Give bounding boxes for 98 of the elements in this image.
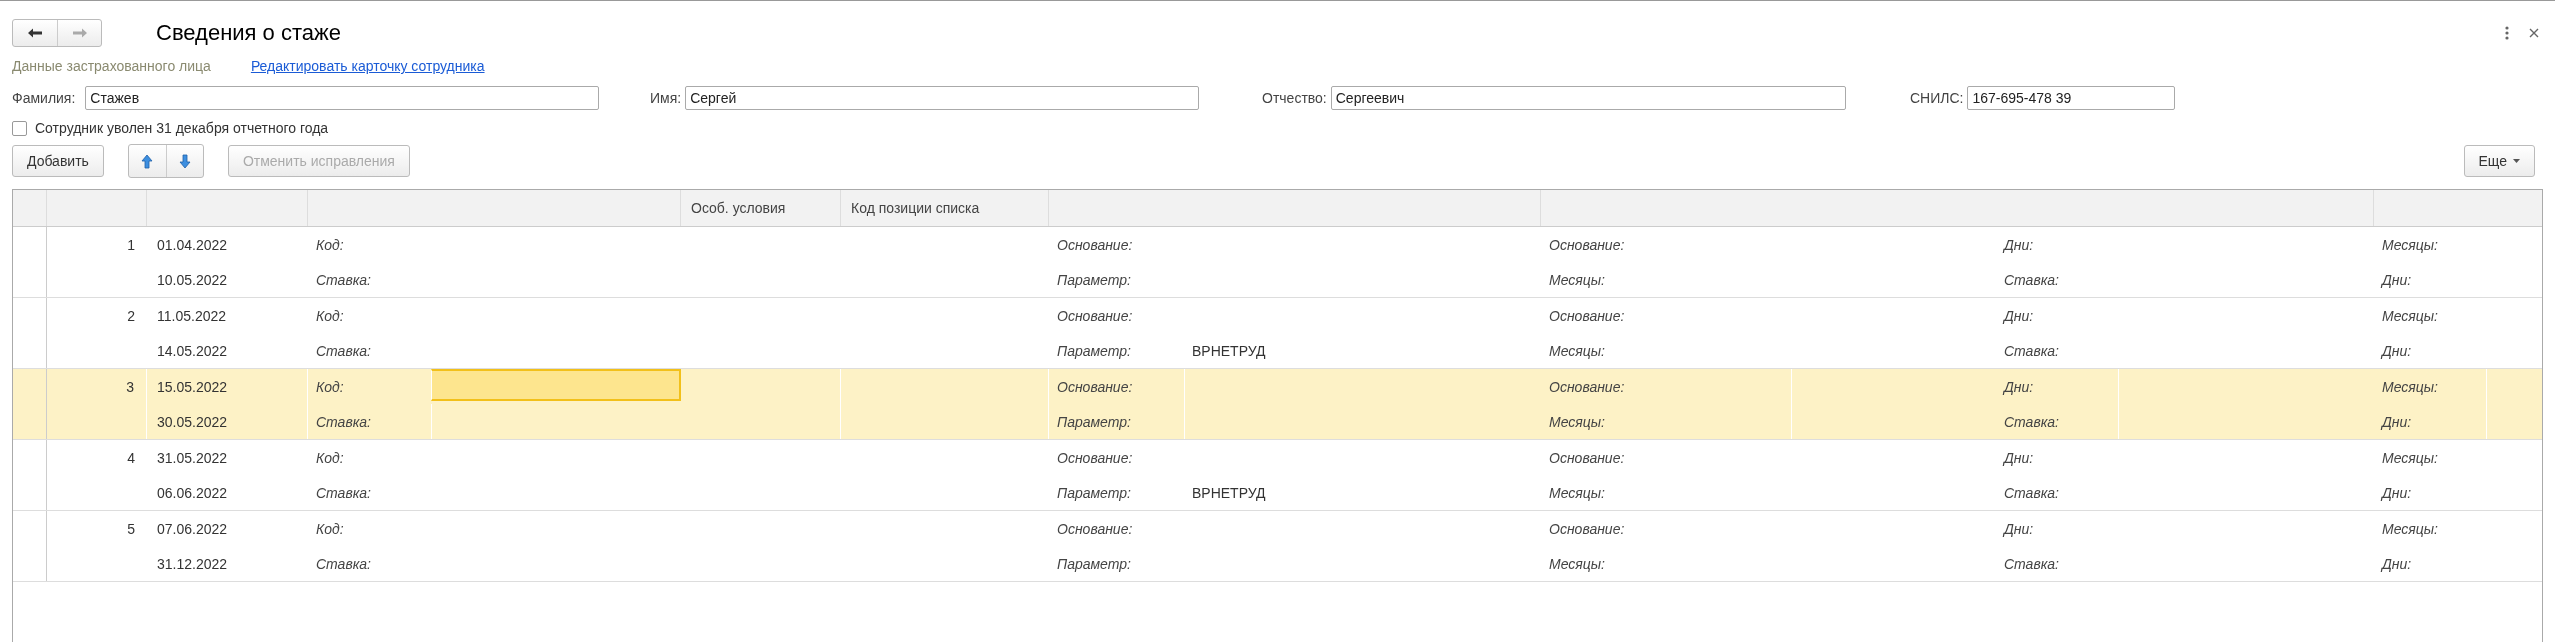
field-label: Основание:	[1056, 378, 1134, 395]
left-arrow-icon	[26, 27, 44, 39]
edit-employee-link[interactable]: Редактировать карточку сотрудника	[250, 58, 485, 74]
field-label: Ставка:	[2003, 342, 2060, 359]
field-label: Дни:	[2001, 236, 2035, 253]
field-label: Дни:	[2001, 520, 2035, 537]
field-label: Основание:	[1548, 378, 1626, 395]
row-number: 3	[47, 369, 147, 404]
field-label: Ставка:	[315, 342, 372, 359]
field-label: Дни:	[2379, 342, 2413, 359]
field-label: Дни:	[2379, 271, 2413, 288]
table-row[interactable]: 4 31.05.2022 Код: Основание: Основание: Дни: Месяцы: 06.06.2022 Ставка: Параметр: ВРНЕТРУД Месяцы: Ставка: Дни:	[13, 440, 2542, 511]
field-label: Основание:	[1548, 520, 1626, 537]
checkbox-label: Сотрудник уволен 31 декабря отчетного года	[35, 120, 329, 136]
table-row[interactable]: 5 07.06.2022 Код: Основание: Основание: Дни: Месяцы: 31.12.2022 Ставка: Параметр: Месяцы: Ставка: Дни:	[13, 511, 2542, 582]
text-field[interactable]: Стажев	[85, 86, 600, 110]
field-label: Ставка:	[2003, 271, 2060, 288]
field-label: Основание:	[1056, 520, 1134, 537]
start-date: 07.06.2022	[156, 519, 229, 539]
field-label: Месяцы:	[2381, 307, 2439, 324]
start-date: 31.05.2022	[156, 448, 229, 468]
field-label: Месяцы:	[2381, 378, 2439, 395]
start-date: 01.04.2022	[156, 235, 229, 255]
field-label: Фамилия:	[12, 90, 76, 106]
column-header[interactable]: Особ. условия	[681, 190, 841, 226]
field-label: Дни:	[2379, 555, 2413, 572]
field-label: Параметр:	[1056, 342, 1132, 359]
text-field[interactable]: 167-695-478 39	[1967, 86, 2176, 110]
field-label: Основание:	[1548, 236, 1626, 253]
vertical-dots-icon	[2505, 26, 2509, 40]
end-date: 06.06.2022	[156, 483, 229, 503]
column-header[interactable]: Код позиции списка	[841, 190, 1049, 226]
code-input-field[interactable]	[431, 369, 681, 401]
field-label: Код:	[315, 236, 345, 253]
field-label: Код:	[315, 520, 345, 537]
field-label: Имя:	[650, 90, 682, 106]
table-row[interactable]: 1 01.04.2022 Код: Основание: Основание: Дни: Месяцы: 10.05.2022 Ставка: Параметр: Месяцы: Ставка: Дни:	[13, 227, 2542, 298]
field-value: ВРНЕТРУД	[1191, 483, 1267, 503]
field-label: Основание:	[1056, 236, 1134, 253]
checkbox[interactable]	[12, 120, 27, 136]
field-label: Ставка:	[315, 555, 372, 572]
row-number: 5	[126, 519, 136, 539]
field-label: Месяцы:	[1548, 484, 1606, 501]
field-label: Ставка:	[315, 271, 372, 288]
row-number: 2	[126, 306, 136, 326]
field-label: Основание:	[1056, 307, 1134, 324]
field-label: Ставка:	[2003, 413, 2060, 430]
field-label: Основание:	[1548, 449, 1626, 466]
field-label: Ставка:	[2003, 484, 2060, 501]
field-label: Код:	[315, 307, 345, 324]
field-label: Код:	[315, 378, 345, 395]
text-field[interactable]: Сергеевич	[1330, 86, 1846, 110]
field-label: Основание:	[1056, 449, 1134, 466]
field-label: Дни:	[2379, 413, 2413, 430]
right-arrow-icon	[70, 27, 89, 39]
field-label: Ставка:	[2003, 555, 2060, 572]
field-label: Месяцы:	[2381, 520, 2439, 537]
field-label: Дни:	[2001, 378, 2035, 395]
field-label: Месяцы:	[1548, 413, 1606, 430]
field-label: Отчество:	[1262, 90, 1327, 106]
more-menu-button[interactable]	[2505, 26, 2509, 40]
end-date: 10.05.2022	[156, 270, 229, 290]
field-label: Код:	[315, 449, 345, 466]
field-label: Месяцы:	[2381, 449, 2439, 466]
text-field[interactable]: Сергей	[685, 86, 1200, 110]
row-number: 1	[126, 235, 136, 255]
caret-icon	[2513, 159, 2520, 163]
field-label: Параметр:	[1056, 271, 1132, 288]
more-button[interactable]: Еще	[2463, 145, 2535, 177]
field-label: СНИЛС:	[1910, 90, 1964, 106]
add-button[interactable]: Добавить	[12, 145, 104, 177]
close-button[interactable]	[2529, 28, 2539, 38]
row-number: 4	[126, 448, 136, 468]
up-arrow-icon	[141, 153, 154, 169]
field-label: Ставка:	[315, 484, 372, 501]
field-label: Параметр:	[1056, 413, 1132, 430]
start-date: 11.05.2022	[156, 306, 228, 326]
field-label: Месяцы:	[1548, 555, 1606, 572]
field-label: Дни:	[2001, 307, 2035, 324]
window-title: Сведения о стаже	[156, 20, 342, 46]
field-label: Параметр:	[1056, 484, 1132, 501]
field-label: Параметр:	[1056, 555, 1132, 572]
table-row[interactable]: 3 15.05.2022 Код: Основание: Основание: Дни: Месяцы: 30.05.2022 Ставка: Параметр: Месяцы: Ставка: Дни:	[13, 369, 2542, 440]
close-icon	[2529, 28, 2539, 38]
field-value: ВРНЕТРУД	[1191, 341, 1267, 361]
field-label: Дни:	[2001, 449, 2035, 466]
field-label: Основание:	[1548, 307, 1626, 324]
end-date: 30.05.2022	[147, 404, 308, 439]
section-label: Данные застрахованного лица	[12, 58, 211, 74]
field-label: Дни:	[2379, 484, 2413, 501]
field-label: Ставка:	[315, 413, 372, 430]
end-date: 14.05.2022	[156, 341, 229, 361]
field-label: Месяцы:	[1548, 342, 1606, 359]
field-label: Месяцы:	[2381, 236, 2439, 253]
start-date: 15.05.2022	[147, 369, 308, 404]
field-label: Месяцы:	[1548, 271, 1606, 288]
end-date: 31.12.2022	[156, 554, 229, 574]
down-arrow-icon	[178, 153, 191, 169]
